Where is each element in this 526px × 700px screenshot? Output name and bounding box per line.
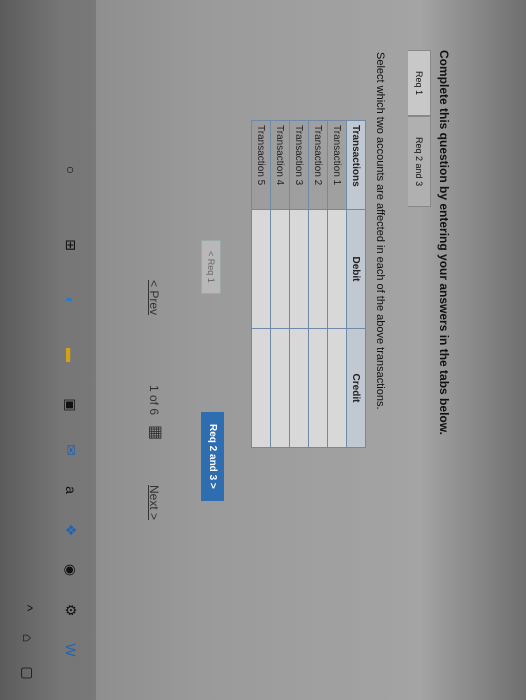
req1-button[interactable]: < Req 1 (201, 240, 221, 294)
row-label: Transaction 5 (251, 120, 271, 210)
transactions-table: Transactions Debit Credit Transaction 1 … (251, 120, 366, 448)
page-indicator: 1 of 6 (147, 385, 161, 416)
instruction-text: Select which two accounts are affected i… (374, 52, 386, 410)
mail-icon[interactable]: ✉ (61, 440, 81, 460)
req23-button[interactable]: Req 2 and 3 > (201, 412, 224, 501)
table-row: Transaction 4 (270, 120, 290, 448)
network-icon[interactable]: ⌂ (20, 630, 36, 646)
table-header-row: Transactions Debit Credit (346, 120, 366, 448)
settings-icon[interactable]: ⚙ (61, 600, 81, 620)
camera-icon[interactable]: ◉ (61, 560, 81, 580)
credit-select[interactable] (327, 328, 347, 448)
store-icon[interactable]: ▣ (61, 395, 81, 415)
tab-req23[interactable]: Req 2 and 3 (408, 116, 431, 208)
notification-icon[interactable]: ▢ (20, 665, 37, 681)
next-link[interactable]: Next > (147, 485, 161, 520)
prev-link[interactable]: < Prev (147, 280, 161, 315)
row-label: Transaction 1 (327, 120, 347, 210)
word-icon[interactable]: W (61, 640, 81, 660)
credit-select[interactable] (289, 328, 309, 448)
dropbox-icon[interactable]: ❖ (61, 520, 81, 540)
tab-bar: Req 1 Req 2 and 3 (408, 50, 431, 208)
debit-select[interactable] (308, 209, 328, 329)
question-panel: Complete this question by entering your … (96, 0, 526, 700)
taskbar: earch ○ ⊞ ◐ ▬ ▣ ✉ a ❖ ◉ ⚙ W ^ ⌂ ▢ (0, 0, 96, 700)
column-header: Credit (346, 328, 366, 448)
table-row: Transaction 2 (308, 120, 328, 448)
table-row: Transaction 5 (251, 120, 271, 448)
row-label: Transaction 3 (289, 120, 309, 210)
column-header: Debit (346, 209, 366, 329)
rotated-screen: Complete this question by entering your … (0, 0, 526, 700)
search-circle-icon[interactable]: ○ (61, 160, 81, 180)
credit-select[interactable] (308, 328, 328, 448)
debit-select[interactable] (289, 209, 309, 329)
grid-icon[interactable]: ▦ (146, 425, 166, 440)
credit-select[interactable] (270, 328, 290, 448)
tab-req1[interactable]: Req 1 (408, 50, 431, 117)
table-row: Transaction 3 (289, 120, 309, 448)
debit-select[interactable] (327, 209, 347, 329)
debit-select[interactable] (251, 209, 271, 329)
file-explorer-icon[interactable]: ▬ (61, 345, 81, 365)
chevron-icon[interactable]: ^ (20, 600, 36, 616)
screen: Complete this question by entering your … (0, 0, 526, 700)
edge-icon[interactable]: ◐ (59, 290, 81, 312)
row-label: Transaction 2 (308, 120, 328, 210)
task-view-icon[interactable]: ⊞ (61, 235, 81, 255)
amazon-icon[interactable]: a (61, 480, 81, 500)
column-header: Transactions (346, 120, 366, 210)
credit-select[interactable] (251, 328, 271, 448)
page-title: Complete this question by entering your … (437, 50, 451, 435)
table-row: Transaction 1 (327, 120, 347, 448)
debit-select[interactable] (270, 209, 290, 329)
row-label: Transaction 4 (270, 120, 290, 210)
